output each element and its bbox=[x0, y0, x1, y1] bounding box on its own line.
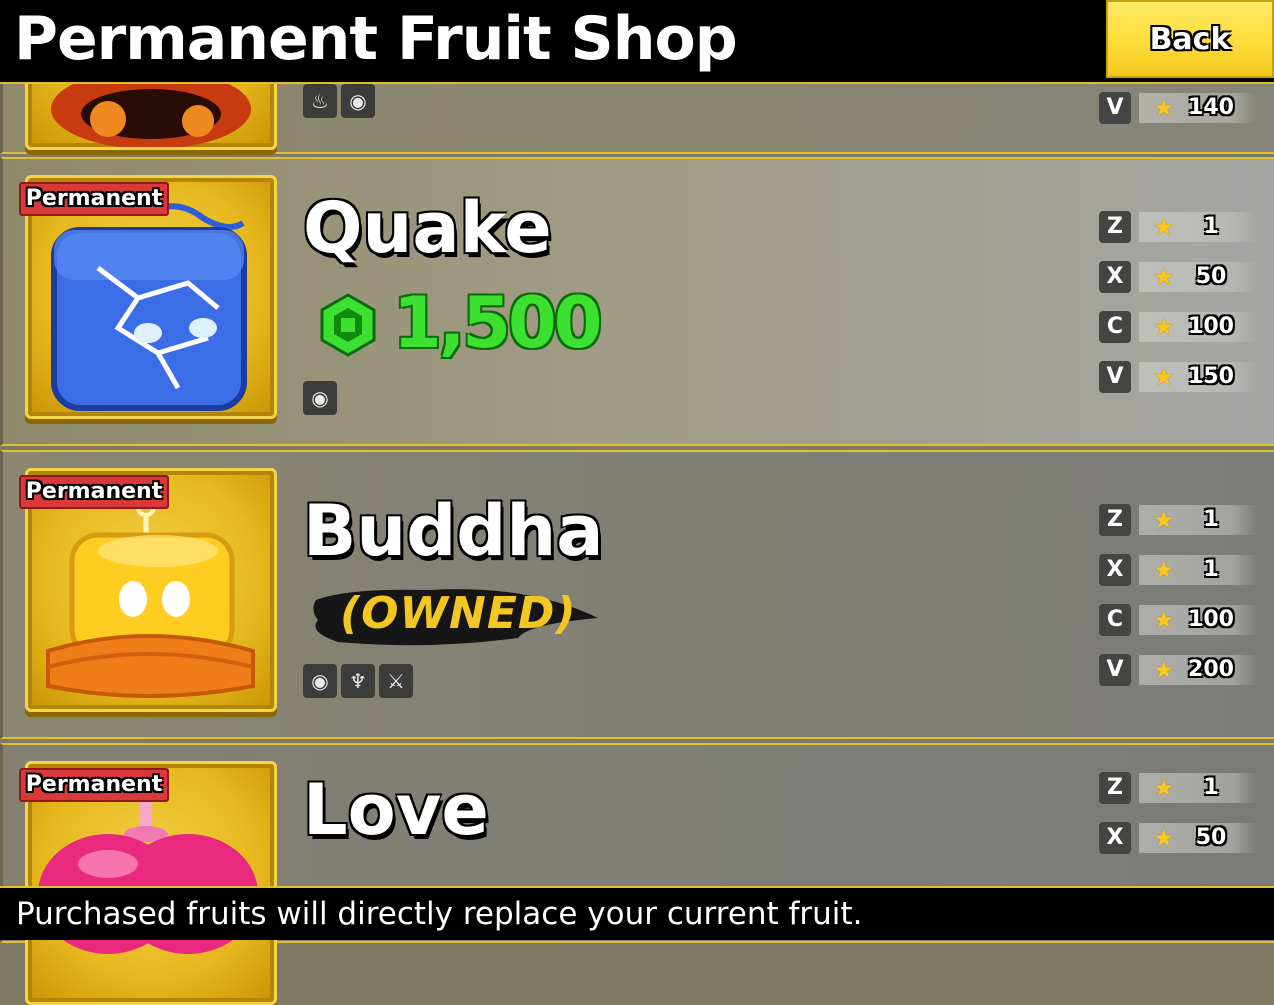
ability-level: ★ 100 bbox=[1139, 312, 1257, 342]
fruit-tags: ♨ ◉ bbox=[303, 84, 375, 118]
ability-list: V ★ 140 bbox=[1099, 92, 1259, 142]
ability-entry: C ★ 100 bbox=[1099, 604, 1259, 638]
eye-icon: ◉ bbox=[341, 84, 375, 118]
ability-entry: C ★ 100 bbox=[1099, 311, 1259, 345]
ability-level: ★ 150 bbox=[1139, 362, 1257, 392]
fruit-row-quake[interactable]: Permanent Quake 1,500 ◉ Z ★ 1 X ★ 50 C ★… bbox=[0, 157, 1274, 446]
owned-status: (OWNED) bbox=[340, 588, 577, 639]
back-button-label: Back bbox=[1149, 22, 1231, 57]
sword-icon: ⚔ bbox=[379, 664, 413, 698]
ability-list: Z ★ 1 X ★ 50 C ★ 100 V ★ 150 bbox=[1099, 211, 1259, 411]
ability-level: ★ 1 bbox=[1139, 212, 1257, 242]
ability-list: Z ★ 1 X ★ 1 C ★ 100 V ★ 200 bbox=[1099, 504, 1259, 704]
ability-entry: X ★ 1 bbox=[1099, 554, 1259, 588]
ability-level: ★ 1 bbox=[1139, 773, 1257, 803]
fruit-tags: ◉ ♆ ⚔ bbox=[303, 664, 413, 698]
ability-entry: Z ★ 1 bbox=[1099, 772, 1259, 806]
info-footer: Purchased fruits will directly replace y… bbox=[0, 886, 1274, 940]
fruit-row-buddha[interactable]: Permanent Buddha (OWNED) ◉ ♆ ⚔ Z ★1 X ★ bbox=[0, 450, 1274, 739]
ability-level: ★ 100 bbox=[1139, 605, 1257, 635]
ability-level: ★ 1 bbox=[1139, 505, 1257, 535]
permanent-badge: Permanent bbox=[19, 182, 169, 216]
footer-note: Purchased fruits will directly replace y… bbox=[16, 896, 863, 932]
price-value: 1,500 bbox=[393, 282, 602, 364]
ability-entry: V ★ 150 bbox=[1099, 361, 1259, 395]
robux-icon bbox=[320, 293, 376, 357]
permanent-badge: Permanent bbox=[19, 768, 169, 802]
back-button[interactable]: Back bbox=[1106, 0, 1274, 78]
ability-level: ★ 200 bbox=[1139, 655, 1257, 685]
ability-key: Z bbox=[1099, 772, 1131, 804]
ability-key: Z bbox=[1099, 504, 1131, 536]
ability-entry: X ★ 50 bbox=[1099, 261, 1259, 295]
fruit-name: Buddha bbox=[303, 490, 604, 572]
fruit-tags: ◉ bbox=[303, 381, 337, 415]
ability-entry: V ★ 140 bbox=[1099, 92, 1259, 126]
ability-list: Z ★ 1 X ★ 50 bbox=[1099, 772, 1259, 872]
ability-key: C bbox=[1099, 604, 1131, 636]
eye-icon: ◉ bbox=[303, 664, 337, 698]
ability-key: C bbox=[1099, 311, 1131, 343]
ability-level: ★ 140 bbox=[1139, 93, 1257, 123]
ability-key: X bbox=[1099, 822, 1131, 854]
ability-key: V bbox=[1099, 92, 1131, 124]
ability-entry: V ★ 200 bbox=[1099, 654, 1259, 688]
shop-header: Permanent Fruit Shop Back bbox=[0, 0, 1274, 84]
fruit-name: Love bbox=[303, 769, 489, 851]
page-title: Permanent Fruit Shop bbox=[14, 4, 738, 74]
ability-key: V bbox=[1099, 361, 1131, 393]
eye-icon: ◉ bbox=[303, 381, 337, 415]
fruit-name: Quake bbox=[303, 187, 552, 269]
ability-level: ★ 50 bbox=[1139, 823, 1257, 853]
ability-level: ★ 50 bbox=[1139, 262, 1257, 292]
ability-entry: Z ★ 1 bbox=[1099, 211, 1259, 245]
ability-entry: Z ★ 1 bbox=[1099, 504, 1259, 538]
ability-key: V bbox=[1099, 654, 1131, 686]
fire-icon: ♨ bbox=[303, 84, 337, 118]
permanent-badge: Permanent bbox=[19, 475, 169, 509]
ability-level: ★ 1 bbox=[1139, 555, 1257, 585]
ability-entry: X ★ 50 bbox=[1099, 822, 1259, 856]
owned-label: (OWNED) bbox=[308, 580, 600, 652]
ability-key: X bbox=[1099, 261, 1131, 293]
dragon-icon: ♆ bbox=[341, 664, 375, 698]
ability-key: Z bbox=[1099, 211, 1131, 243]
ability-key: X bbox=[1099, 554, 1131, 586]
